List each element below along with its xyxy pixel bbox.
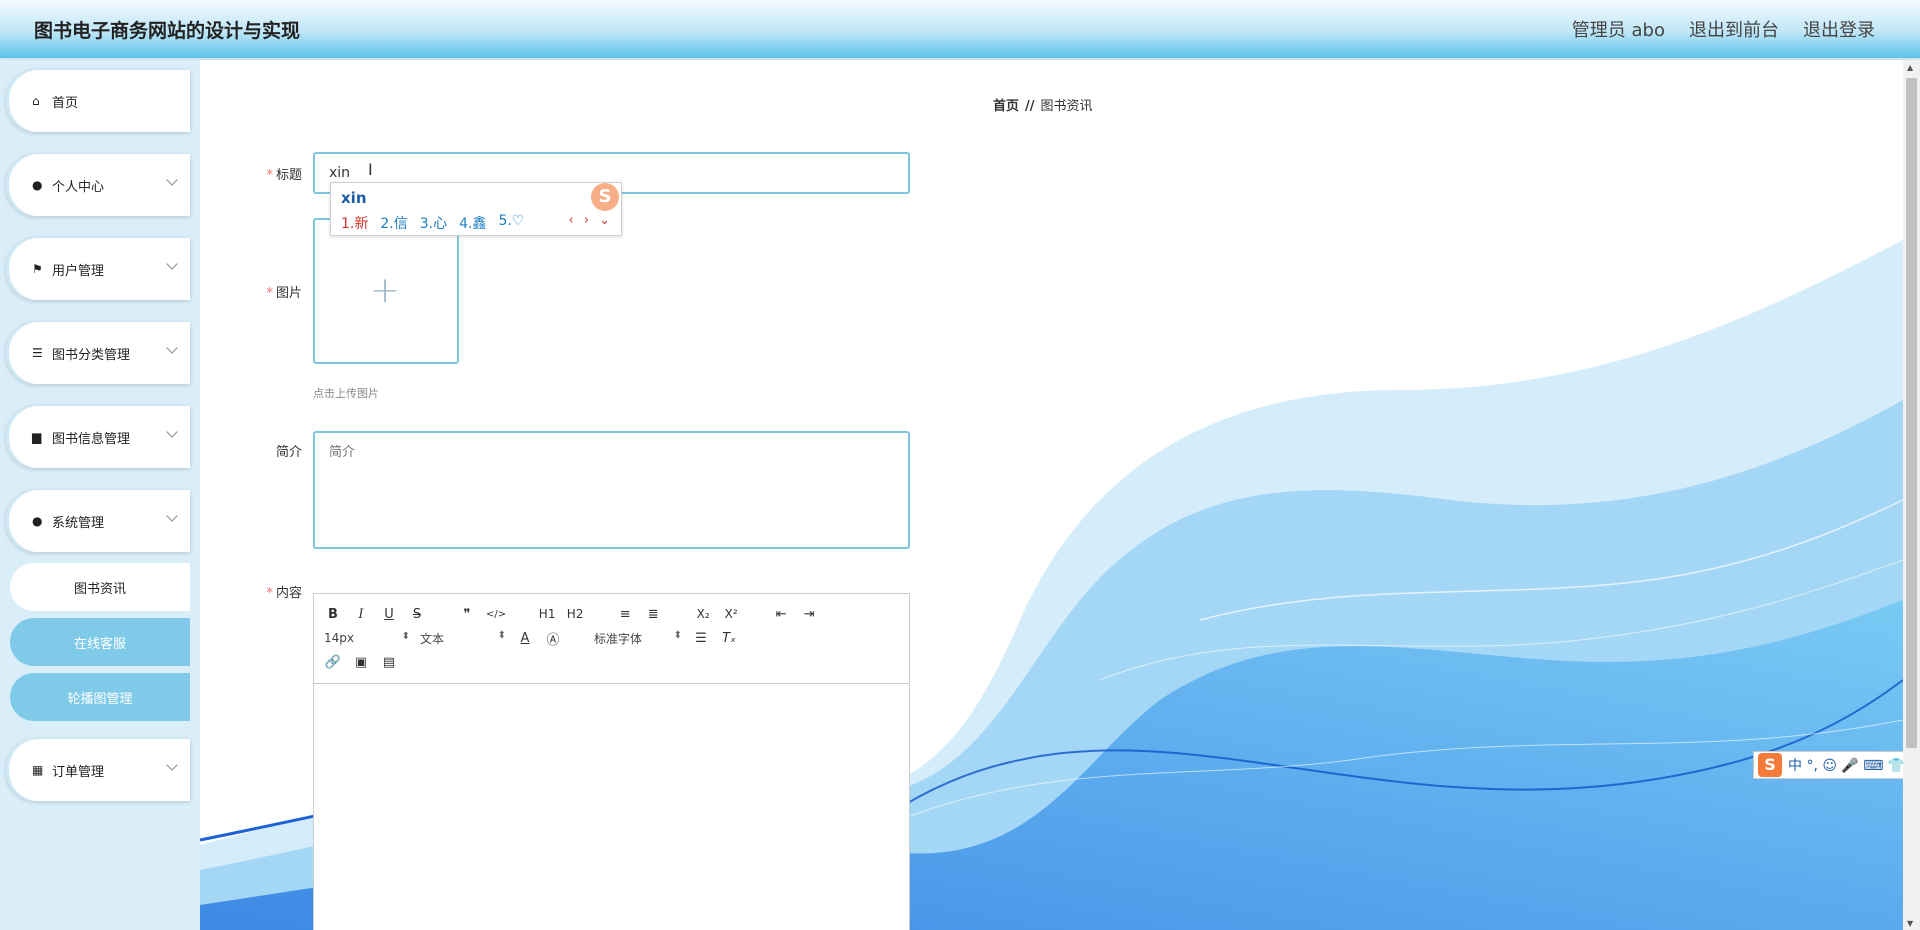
font-color-icon[interactable]: A <box>516 631 534 646</box>
font-size-select[interactable]: 14px <box>324 631 410 645</box>
ime-candidates: 1.新 2.信 3.心 4.鑫 5.♡ <box>341 213 524 233</box>
main-content: 首页 // 图书资讯 * 标题 xin I xin S 1.新 2.信 3.心 4.鑫… <box>200 60 1903 930</box>
ordered-list-button[interactable]: ≡ <box>616 607 634 622</box>
logout-link[interactable]: 退出登录 <box>1803 16 1875 42</box>
italic-button[interactable]: I <box>352 607 370 622</box>
top-header: 图书电子商务网站的设计与实现 管理员 abo 退出到前台 退出登录 <box>0 0 1920 58</box>
user-icon: ● <box>32 514 43 528</box>
ime-candidate[interactable]: 1.新 <box>341 213 368 233</box>
sliders-icon: ☰ <box>32 346 43 360</box>
ime-candidate[interactable]: 4.鑫 <box>459 213 486 233</box>
sidebar-subitem-online-service[interactable]: 在线客服 <box>10 618 190 666</box>
chat-icon: ▆ <box>32 430 42 444</box>
sidebar-item-user-management[interactable]: ⚑ 用户管理 <box>6 238 190 300</box>
chevron-down-icon <box>166 258 178 270</box>
image-upload[interactable]: + <box>313 218 459 364</box>
sidebar-item-label: 系统管理 <box>52 515 105 531</box>
scroll-down-icon[interactable]: ▼ <box>1907 919 1913 928</box>
ime-candidate[interactable]: 2.信 <box>380 213 407 233</box>
sidebar-subitem-carousel[interactable]: 轮播图管理 <box>10 673 190 721</box>
scrollbar-thumb[interactable] <box>1906 78 1917 748</box>
ime-page-arrows-icon[interactable]: ‹ › ⌄ <box>568 213 613 228</box>
ime-candidate[interactable]: 3.心 <box>420 213 447 233</box>
sidebar-item-personal-center[interactable]: ● 个人中心 <box>6 154 190 216</box>
breadcrumb-current: 图书资讯 <box>1040 99 1093 114</box>
outdent-button[interactable]: ⇤ <box>772 607 790 622</box>
chevron-down-icon <box>166 174 178 186</box>
sidebar-item-label: 图书信息管理 <box>52 431 131 447</box>
indent-button[interactable]: ⇥ <box>800 607 818 622</box>
video-icon[interactable]: ▤ <box>380 655 398 670</box>
format-select[interactable]: 文本 <box>420 630 506 647</box>
intro-label: 简介 <box>275 445 302 460</box>
code-block-button[interactable]: </> <box>486 609 506 620</box>
sogou-logo-icon: S <box>1758 753 1782 777</box>
required-mark: * <box>266 286 273 301</box>
sidebar: ⌂ 首页 ● 个人中心 ⚑ 用户管理 ☰ 图书分类管理 ▆ 图书信息管理 ● 系… <box>0 60 200 930</box>
font-family-select[interactable]: 标准字体 <box>594 630 682 647</box>
page-scrollbar[interactable]: ▲ ▼ <box>1903 60 1920 930</box>
flag-icon: ⚑ <box>32 262 43 276</box>
image-label: * 图片 <box>266 286 302 301</box>
align-icon[interactable]: ☰ <box>692 631 710 646</box>
scroll-up-icon[interactable]: ▲ <box>1907 63 1913 72</box>
required-mark: * <box>266 168 273 183</box>
bullet-list-button[interactable]: ≣ <box>644 607 662 622</box>
sidebar-item-label: 首页 <box>52 95 79 111</box>
sidebar-item-orders[interactable]: ▦ 订单管理 <box>6 739 190 801</box>
required-mark: * <box>266 586 273 601</box>
content-label: * 内容 <box>266 586 302 601</box>
superscript-button[interactable]: X² <box>722 607 740 621</box>
ime-candidate[interactable]: 5.♡ <box>498 213 524 233</box>
grid-icon: ▦ <box>32 763 44 777</box>
title-label: * 标题 <box>266 168 302 183</box>
ime-candidate-popup: xin S 1.新 2.信 3.心 4.鑫 5.♡ ‹ › ⌄ <box>330 182 622 236</box>
sidebar-item-system[interactable]: ● 系统管理 <box>6 490 190 552</box>
chevron-down-icon <box>166 759 178 771</box>
home-icon: ⌂ <box>32 94 40 108</box>
link-icon[interactable]: 🔗 <box>324 655 342 670</box>
ime-pinyin: xin <box>341 189 367 207</box>
text-cursor-icon: I <box>368 160 373 179</box>
editor-content-area[interactable] <box>314 684 909 930</box>
admin-user[interactable]: 管理员 abo <box>1572 16 1665 42</box>
header1-button[interactable]: H1 <box>538 607 556 621</box>
sidebar-subitem-book-news[interactable]: 图书资讯 <box>10 563 190 611</box>
background-color-icon[interactable]: Ⓐ <box>544 629 562 648</box>
clear-format-icon[interactable]: Tₓ <box>720 631 738 646</box>
rich-text-editor: B I U S ❞ </> H1 H2 ≡ ≣ X₂ X² ⇤ ⇥ 14px ⬍… <box>313 593 910 930</box>
strike-button[interactable]: S <box>408 607 426 622</box>
sidebar-item-book-category[interactable]: ☰ 图书分类管理 <box>6 322 190 384</box>
underline-button[interactable]: U <box>380 607 398 622</box>
editor-toolbar: B I U S ❞ </> H1 H2 ≡ ≣ X₂ X² ⇤ ⇥ 14px ⬍… <box>314 594 909 684</box>
image-icon[interactable]: ▣ <box>352 655 370 670</box>
sidebar-item-label: 图书分类管理 <box>52 347 131 363</box>
plus-icon: + <box>370 270 401 311</box>
breadcrumb: 首页 // 图书资讯 <box>993 95 1093 114</box>
ime-bar-text: 中 °, ☺ 🎤 ⌨ 👕 ▦ <box>1788 758 1903 774</box>
chevron-down-icon <box>166 342 178 354</box>
sidebar-item-book-info[interactable]: ▆ 图书信息管理 <box>6 406 190 468</box>
user-icon: ● <box>32 178 43 192</box>
chevron-down-icon <box>166 510 178 522</box>
intro-textarea[interactable] <box>313 431 910 549</box>
back-to-front-link[interactable]: 退出到前台 <box>1689 16 1779 42</box>
chevron-down-icon <box>166 426 178 438</box>
bold-button[interactable]: B <box>324 607 342 622</box>
sidebar-item-label: 个人中心 <box>52 179 105 195</box>
sidebar-item-home[interactable]: ⌂ 首页 <box>6 70 190 132</box>
upload-tip: 点击上传图片 <box>313 387 379 400</box>
header2-button[interactable]: H2 <box>566 607 584 621</box>
ime-status-bar[interactable]: S 中 °, ☺ 🎤 ⌨ 👕 ▦ <box>1753 751 1903 779</box>
breadcrumb-home[interactable]: 首页 <box>993 99 1019 114</box>
header-actions: 管理员 abo 退出到前台 退出登录 <box>1572 16 1875 42</box>
sogou-logo-icon: S <box>591 183 619 211</box>
sidebar-item-label: 用户管理 <box>52 263 105 279</box>
subscript-button[interactable]: X₂ <box>694 607 712 621</box>
site-title: 图书电子商务网站的设计与实现 <box>34 20 301 42</box>
breadcrumb-separator: // <box>1025 99 1035 114</box>
blockquote-button[interactable]: ❞ <box>458 607 476 622</box>
sidebar-item-label: 订单管理 <box>52 764 105 780</box>
